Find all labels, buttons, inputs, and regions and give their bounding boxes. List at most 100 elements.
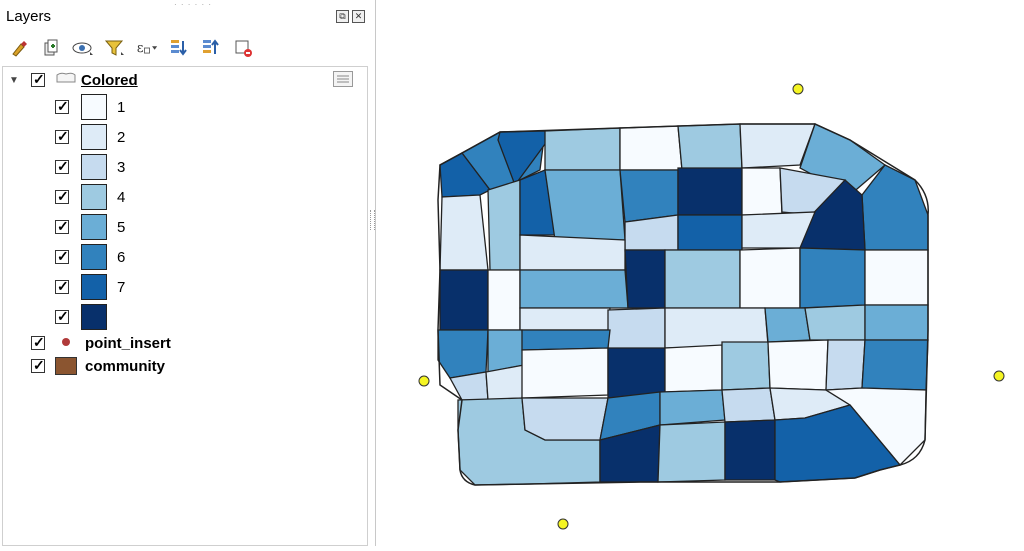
legend-swatch	[81, 214, 107, 240]
fill-symbol-icon	[55, 357, 77, 375]
community-polygon	[659, 389, 726, 426]
remove-layer-icon[interactable]	[232, 37, 254, 59]
style-brush-icon[interactable]	[8, 37, 30, 59]
legend-swatch	[81, 124, 107, 150]
legend-checkbox[interactable]	[55, 248, 69, 265]
community-polygon	[624, 249, 666, 309]
legend-item[interactable]: 1	[55, 93, 125, 121]
community-polygon	[519, 307, 611, 331]
community-polygon	[619, 169, 679, 223]
legend-checkbox[interactable]	[55, 308, 69, 325]
filter-icon[interactable]	[104, 37, 126, 59]
panel-title: Layers	[6, 8, 52, 25]
eye-visibility-icon[interactable]	[72, 37, 94, 59]
community-polygon	[437, 329, 489, 379]
layer-name-community: community	[85, 357, 166, 375]
community-polygon	[767, 339, 829, 391]
community-polygon	[657, 421, 726, 483]
layers-toolbar: ε	[8, 36, 254, 60]
community-polygon	[439, 194, 489, 271]
community-polygon	[664, 344, 723, 393]
community-polygon	[607, 307, 666, 351]
legend-item[interactable]: 4	[55, 183, 125, 211]
legend-swatch	[81, 304, 107, 330]
legend-label: 1	[117, 98, 126, 116]
legend-checkbox[interactable]	[55, 278, 69, 295]
community-polygon	[607, 347, 666, 399]
legend-checkbox[interactable]	[55, 158, 69, 175]
legend-swatch	[81, 94, 107, 120]
layer-row-colored[interactable]: ▼ Colored	[9, 69, 138, 91]
layer-tree: ▼ Colored 1 2 3 4 5 6 7 point_insert community	[2, 66, 368, 546]
expression-filter-icon[interactable]: ε	[136, 37, 158, 59]
community-polygon	[861, 339, 929, 391]
layer-name-point-insert: point_insert	[85, 334, 171, 352]
close-panel-button[interactable]: ✕	[352, 10, 365, 23]
layers-panel: · · · · · · Layers ⧉ ✕ ε ▼ ✓ Colored ✓ 1…	[0, 0, 376, 546]
float-panel-button[interactable]: ⧉	[336, 10, 349, 23]
layer-checkbox-point-insert[interactable]	[31, 334, 45, 351]
legend-checkbox[interactable]	[55, 128, 69, 145]
community-polygon	[521, 329, 611, 351]
layer-style-indicator-icon[interactable]	[333, 71, 353, 87]
legend-swatch	[81, 154, 107, 180]
community-polygon	[804, 304, 866, 341]
layer-name-colored: Colored	[81, 71, 138, 89]
community-polygon	[619, 125, 683, 171]
expand-all-icon[interactable]	[168, 37, 190, 59]
legend-label: 4	[117, 188, 126, 206]
community-polygon	[739, 247, 801, 309]
community-polygon	[721, 387, 776, 423]
point-symbol-icon	[61, 334, 83, 352]
legend-swatch	[81, 274, 107, 300]
community-polygon	[487, 179, 521, 271]
layer-checkbox-community[interactable]	[31, 357, 45, 374]
community-polygon	[864, 249, 929, 306]
community-polygon	[519, 234, 626, 271]
community-polygon	[677, 167, 743, 216]
community-polygon	[724, 419, 776, 481]
polygon-layer-icon	[55, 71, 81, 90]
community-polygon	[721, 341, 771, 391]
legend-label: 7	[117, 278, 126, 296]
inserted-point	[557, 518, 569, 530]
layer-checkbox-colored[interactable]	[31, 71, 45, 88]
community-polygon	[741, 167, 783, 216]
collapse-all-icon[interactable]	[200, 37, 222, 59]
legend-item[interactable]: 5	[55, 213, 125, 241]
legend-item[interactable]: 3	[55, 153, 125, 181]
legend-label: 5	[117, 218, 126, 236]
chevron-down-icon[interactable]: ▼	[9, 75, 27, 86]
community-polygon	[825, 339, 866, 391]
legend-checkbox[interactable]	[55, 98, 69, 115]
panel-splitter[interactable]	[370, 210, 375, 230]
legend-label: 3	[117, 158, 126, 176]
community-polygon	[544, 127, 621, 171]
add-group-icon[interactable]	[40, 37, 62, 59]
legend-item[interactable]	[55, 303, 117, 331]
community-polygon	[799, 247, 866, 309]
community-polygon	[439, 269, 489, 331]
legend-item[interactable]: 7	[55, 273, 125, 301]
legend-item[interactable]: 2	[55, 123, 125, 151]
map-canvas[interactable]	[376, 0, 1024, 546]
community-polygon	[677, 214, 743, 251]
layer-row-point-insert[interactable]: point_insert	[31, 332, 171, 354]
panel-grip[interactable]: · · · · · ·	[174, 0, 212, 9]
layer-row-community[interactable]: community	[31, 355, 165, 377]
legend-checkbox[interactable]	[55, 218, 69, 235]
inserted-point	[418, 375, 430, 387]
community-polygon	[521, 347, 609, 399]
community-polygon	[519, 269, 629, 309]
community-polygon	[487, 269, 521, 331]
community-polygon	[664, 249, 741, 309]
community-polygon	[864, 304, 929, 341]
community-polygon	[861, 164, 929, 251]
community-polygon	[764, 307, 811, 343]
legend-item[interactable]: 6	[55, 243, 125, 271]
community-polygon	[521, 397, 609, 441]
legend-label: 2	[117, 128, 126, 146]
legend-checkbox[interactable]	[55, 188, 69, 205]
inserted-point	[792, 83, 804, 95]
community-polygon	[544, 169, 626, 241]
